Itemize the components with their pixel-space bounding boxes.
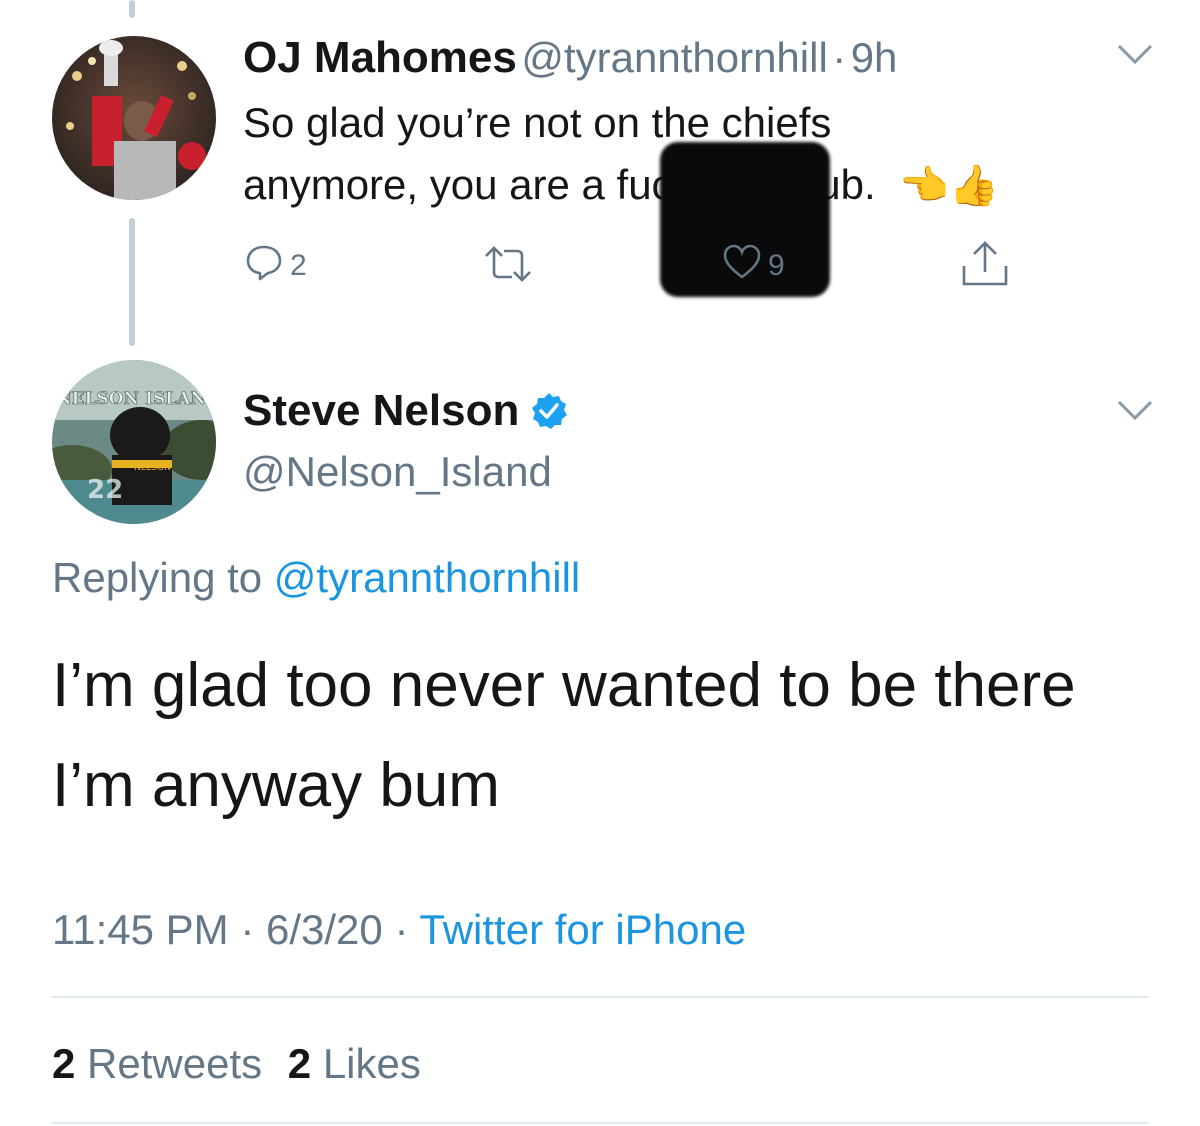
like-icon <box>722 244 762 288</box>
parent-text-before: anymore, you are a <box>243 161 617 208</box>
main-tweet-text: I’m glad too never wanted to be there I’… <box>52 636 1076 836</box>
retweet-icon <box>480 244 536 292</box>
avatar-banner-text: NELSON ISLAND <box>56 389 216 409</box>
replying-to-line: Replying to @tyrannthornhill <box>52 550 580 606</box>
parent-display-name[interactable]: OJ Mahomes <box>243 33 517 82</box>
parent-tweet-text: So glad you’re not on the chiefs anymore… <box>243 92 999 217</box>
tweet-source-link[interactable]: Twitter for iPhone <box>419 906 746 953</box>
likes-stat[interactable]: 2 Likes <box>288 1040 421 1087</box>
parent-tweet-header: OJ Mahomes @tyrannthornhill · 9h <box>243 30 897 96</box>
meta-separator-1: · <box>240 906 255 953</box>
like-count: 9 <box>768 249 785 282</box>
likes-label: Likes <box>322 1040 421 1087</box>
share-icon <box>960 240 1010 296</box>
main-text-line2: I’m anyway bum <box>52 751 500 820</box>
parent-handle[interactable]: @tyrannthornhill <box>521 34 827 81</box>
avatar-oj-mahomes[interactable] <box>52 36 216 200</box>
main-handle[interactable]: @Nelson_Island <box>243 444 552 500</box>
reply-button[interactable]: 2 <box>244 242 307 290</box>
like-button[interactable]: 9 <box>722 244 785 288</box>
parent-timestamp[interactable]: 9h <box>851 34 898 81</box>
parent-separator: · <box>832 34 847 81</box>
parent-text-line2: anymore, you are a fucking scrub. 👈👍 <box>243 154 999 217</box>
retweet-button[interactable] <box>480 244 536 292</box>
retweets-label: Retweets <box>87 1040 263 1087</box>
thread-line-bottom <box>129 218 135 346</box>
retweets-stat[interactable]: 2 Retweets <box>52 1040 274 1087</box>
retweets-count: 2 <box>52 1040 76 1087</box>
parent-text-emojis: 👈👍 <box>899 164 999 208</box>
likes-count: 2 <box>287 1040 312 1087</box>
main-display-name[interactable]: Steve Nelson <box>243 386 519 436</box>
main-tweet-name-row: Steve Nelson <box>243 386 569 436</box>
tweet-date[interactable]: 6/3/20 <box>266 906 383 953</box>
verified-badge-icon <box>529 391 569 431</box>
chevron-down-icon[interactable] <box>1116 42 1154 71</box>
reply-icon <box>244 242 284 290</box>
replying-prefix: Replying to <box>52 554 263 601</box>
tweet-time[interactable]: 11:45 PM <box>52 906 229 953</box>
divider-bottom <box>52 1122 1148 1124</box>
reply-count: 2 <box>290 249 307 282</box>
share-button[interactable] <box>960 240 1010 296</box>
meta-separator-2: · <box>394 906 409 953</box>
chevron-down-icon[interactable] <box>1116 398 1154 427</box>
avatar-steve-nelson[interactable]: NELSON 22 NELSON ISLAND <box>52 360 216 524</box>
avatar-jersey-name: NELSON <box>134 463 171 473</box>
divider-top <box>52 996 1148 998</box>
tweet-metadata: 11:45 PM · 6/3/20 · Twitter for iPhone <box>52 902 746 958</box>
avatar-jersey-number: 22 <box>87 475 123 505</box>
replying-to-link[interactable]: @tyrannthornhill <box>274 554 580 601</box>
parent-text-line1: So glad you’re not on the chiefs <box>243 99 832 146</box>
thread-line-top <box>129 0 135 18</box>
main-text-line1: I’m glad too never wanted to be there <box>52 651 1076 720</box>
engagement-stats: 2 Retweets 2 Likes <box>52 1036 421 1092</box>
